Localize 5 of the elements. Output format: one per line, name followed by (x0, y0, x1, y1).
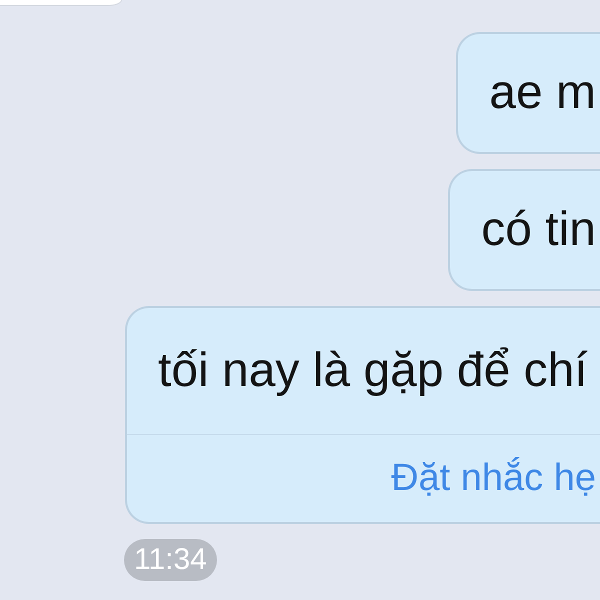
message-text: tối nay là gặp để chí (158, 343, 588, 399)
message-time: 11:34 (124, 539, 217, 581)
message-text: có tin (481, 202, 596, 258)
message-text: ae m (489, 65, 596, 121)
reminder-link[interactable]: Đặt nhắc hẹ (391, 455, 596, 501)
